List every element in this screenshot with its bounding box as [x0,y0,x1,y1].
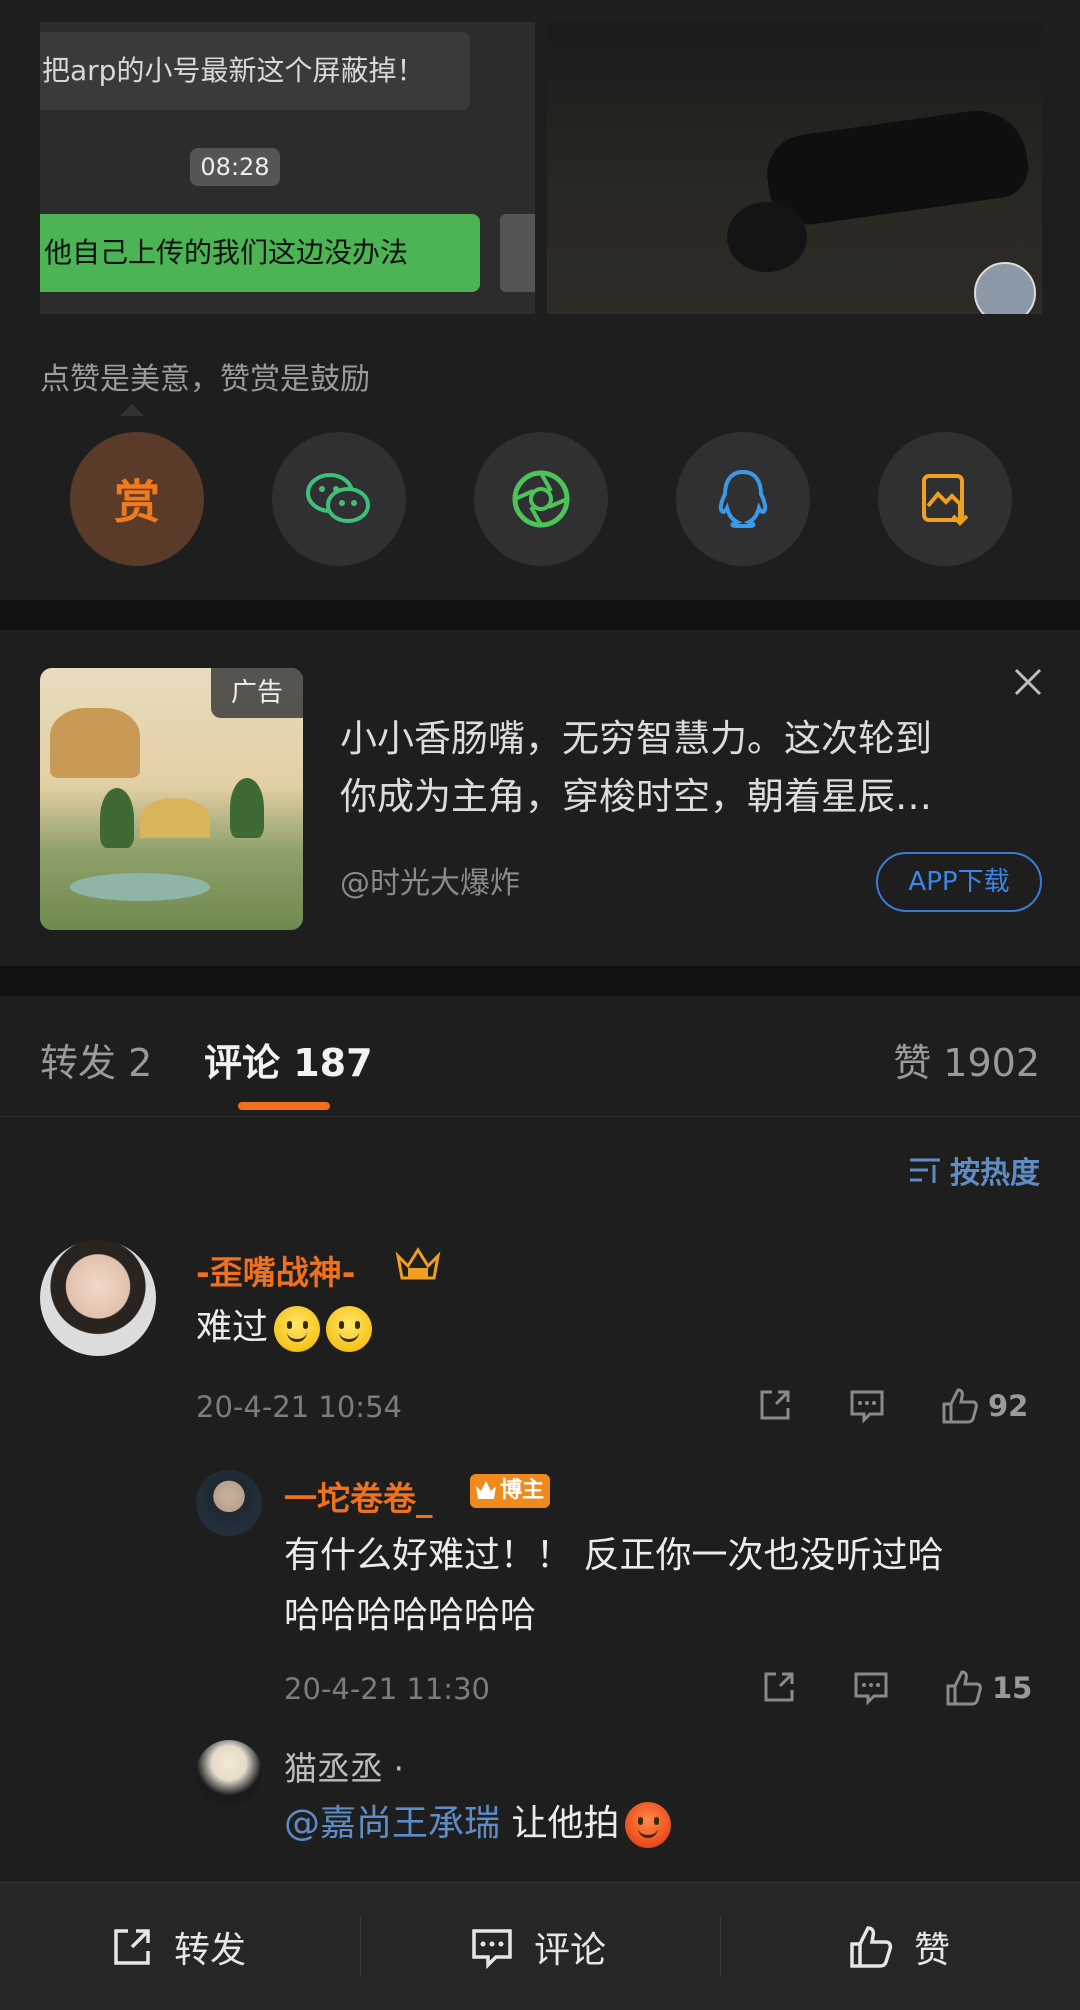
share-icon [760,1390,790,1420]
comment-username[interactable]: -歪嘴战神- [196,1246,355,1294]
post-images: 把arp的小号最新这个屏蔽掉！ 08:28 他自己上传的我们这边没办法 [0,0,1080,320]
chat-message-top: 把arp的小号最新这个屏蔽掉！ [40,32,470,110]
post-image-photo[interactable] [547,22,1042,314]
avatar[interactable] [196,1470,262,1536]
like-label: 赞 [914,1930,951,1971]
ad-text: 小小香肠嘴，无穷智慧力。这次轮到 你成为主角，穿梭时空，朝着星辰… [340,710,1030,826]
thumbs-up-icon [850,1926,893,1968]
share-icon [114,1929,150,1965]
comment-reply-button[interactable] [848,1386,886,1424]
blogger-badge: 博主 [470,1474,551,1508]
thumbs-up-icon [942,1388,978,1424]
reply-share-button[interactable] [760,1668,798,1706]
save-image-icon [922,474,969,526]
reply-text-content: 让他拍 [511,1803,620,1844]
ad-text-line: 你成为主角，穿梭时空，朝着星辰… [340,775,932,818]
wechat-icon [306,473,370,523]
smile-emoji-icon [274,1306,321,1352]
comment-text: 难过 [196,1298,373,1358]
comment-icon [472,1929,512,1969]
reply-like-button[interactable]: 15 [944,1668,1032,1708]
comment-label: 评论 [534,1930,607,1971]
comment-icon [850,1390,884,1424]
close-icon[interactable] [1010,664,1046,700]
angry-emoji-icon [625,1802,672,1848]
reply-text: 有什么好难过！！ 反正你一次也没听过哈 哈哈哈哈哈哈哈 [284,1526,943,1646]
avatar[interactable] [40,1240,156,1356]
comment-button[interactable]: 评论 [470,1883,606,2010]
reply-username[interactable]: 猫丞丞 · [284,1742,404,1790]
crown-badge-icon [395,1247,441,1280]
reply-text-line: 有什么好难过！！ 反正你一次也没听过哈 [284,1535,944,1576]
photo-subject [762,104,1032,230]
thumbs-up-icon [946,1670,982,1706]
ad-source[interactable]: @时光大爆炸 [340,858,520,902]
share-wechat-button[interactable] [272,432,406,566]
repost-button[interactable]: 转发 [110,1883,246,2010]
comment-text-content: 难过 [196,1307,269,1348]
active-tab-indicator [238,1102,330,1110]
comment-like-button[interactable]: 92 [940,1386,1028,1426]
bar-separator [360,1917,361,1977]
ad-card[interactable]: 广告 小小香肠嘴，无穷智慧力。这次轮到 你成为主角，穿梭时空，朝着星辰… @时光… [0,630,1080,966]
avatar[interactable] [196,1740,262,1806]
share-moments-button[interactable] [474,432,608,566]
ad-image-tree [230,778,264,838]
comment-share-button[interactable] [756,1386,794,1424]
chat-avatar [500,214,535,292]
reply-timestamp: 20-4-21 11:30 [284,1672,490,1706]
tabs-border [0,1116,1080,1117]
tab-repost[interactable]: 转发 2 [40,1032,152,1087]
reply-username[interactable]: 一坨卷卷_ [284,1472,433,1520]
bar-separator [720,1917,721,1977]
blogger-badge-label: 博主 [500,1478,545,1503]
reply-text-line: 哈哈哈哈哈哈哈 [284,1595,537,1636]
smile-emoji-icon [326,1306,373,1352]
reward-button[interactable]: 赏 [70,432,204,566]
chat-message-green: 他自己上传的我们这边没办法 [40,214,480,292]
share-icon [764,1672,794,1702]
mention-link[interactable]: @嘉尚王承瑞 [284,1803,500,1844]
repost-label: 转发 [174,1930,247,1971]
reward-label: 赏 [114,475,160,529]
crown-icon [476,1481,496,1499]
like-button[interactable]: 赞 [848,1883,950,2010]
share-row: 赏 [0,432,1080,566]
chat-timestamp: 08:28 [190,148,280,186]
reply-reply-button[interactable] [852,1668,890,1706]
tab-likes[interactable]: 赞 1902 [893,1032,1040,1087]
section-divider [0,966,1080,996]
comment-timestamp: 20-4-21 10:54 [196,1390,402,1424]
sort-icon [910,1158,940,1183]
interaction-tabs: 转发 2 评论 187 赞 1902 [0,996,1080,1116]
qq-icon [718,469,768,528]
caret-indicator [120,404,144,416]
ad-image-tree [100,788,134,848]
ad-image-hut [140,798,210,838]
ad-text-line: 小小香肠嘴，无穷智慧力。这次轮到 [340,717,932,760]
ad-image[interactable]: 广告 [40,668,303,930]
ad-image-water [70,873,210,901]
post-image-chat-screenshot[interactable]: 把arp的小号最新这个屏蔽掉！ 08:28 他自己上传的我们这边没办法 [40,22,535,314]
save-image-button[interactable] [878,432,1012,566]
ad-badge: 广告 [211,668,303,718]
sort-toggle[interactable]: 按热度 [908,1148,1040,1192]
comment-icon [854,1672,888,1706]
photo-subject-head [727,202,807,272]
bottom-action-bar: 转发 评论 赞 [0,1882,1080,2010]
sort-label: 按热度 [950,1156,1040,1191]
image-avatar [974,262,1036,314]
tab-comments[interactable]: 评论 187 [204,1032,373,1087]
reply-text: @嘉尚王承瑞 让他拍 [284,1794,672,1854]
like-count: 92 [988,1389,1029,1423]
reward-caption: 点赞是美意，赞赏是鼓励 [40,362,370,397]
share-qq-button[interactable] [676,432,810,566]
section-divider [0,600,1080,630]
app-download-button[interactable]: APP下载 [876,852,1042,912]
moments-icon [512,470,570,528]
ad-image-rock [50,708,140,778]
like-count: 15 [992,1671,1033,1705]
